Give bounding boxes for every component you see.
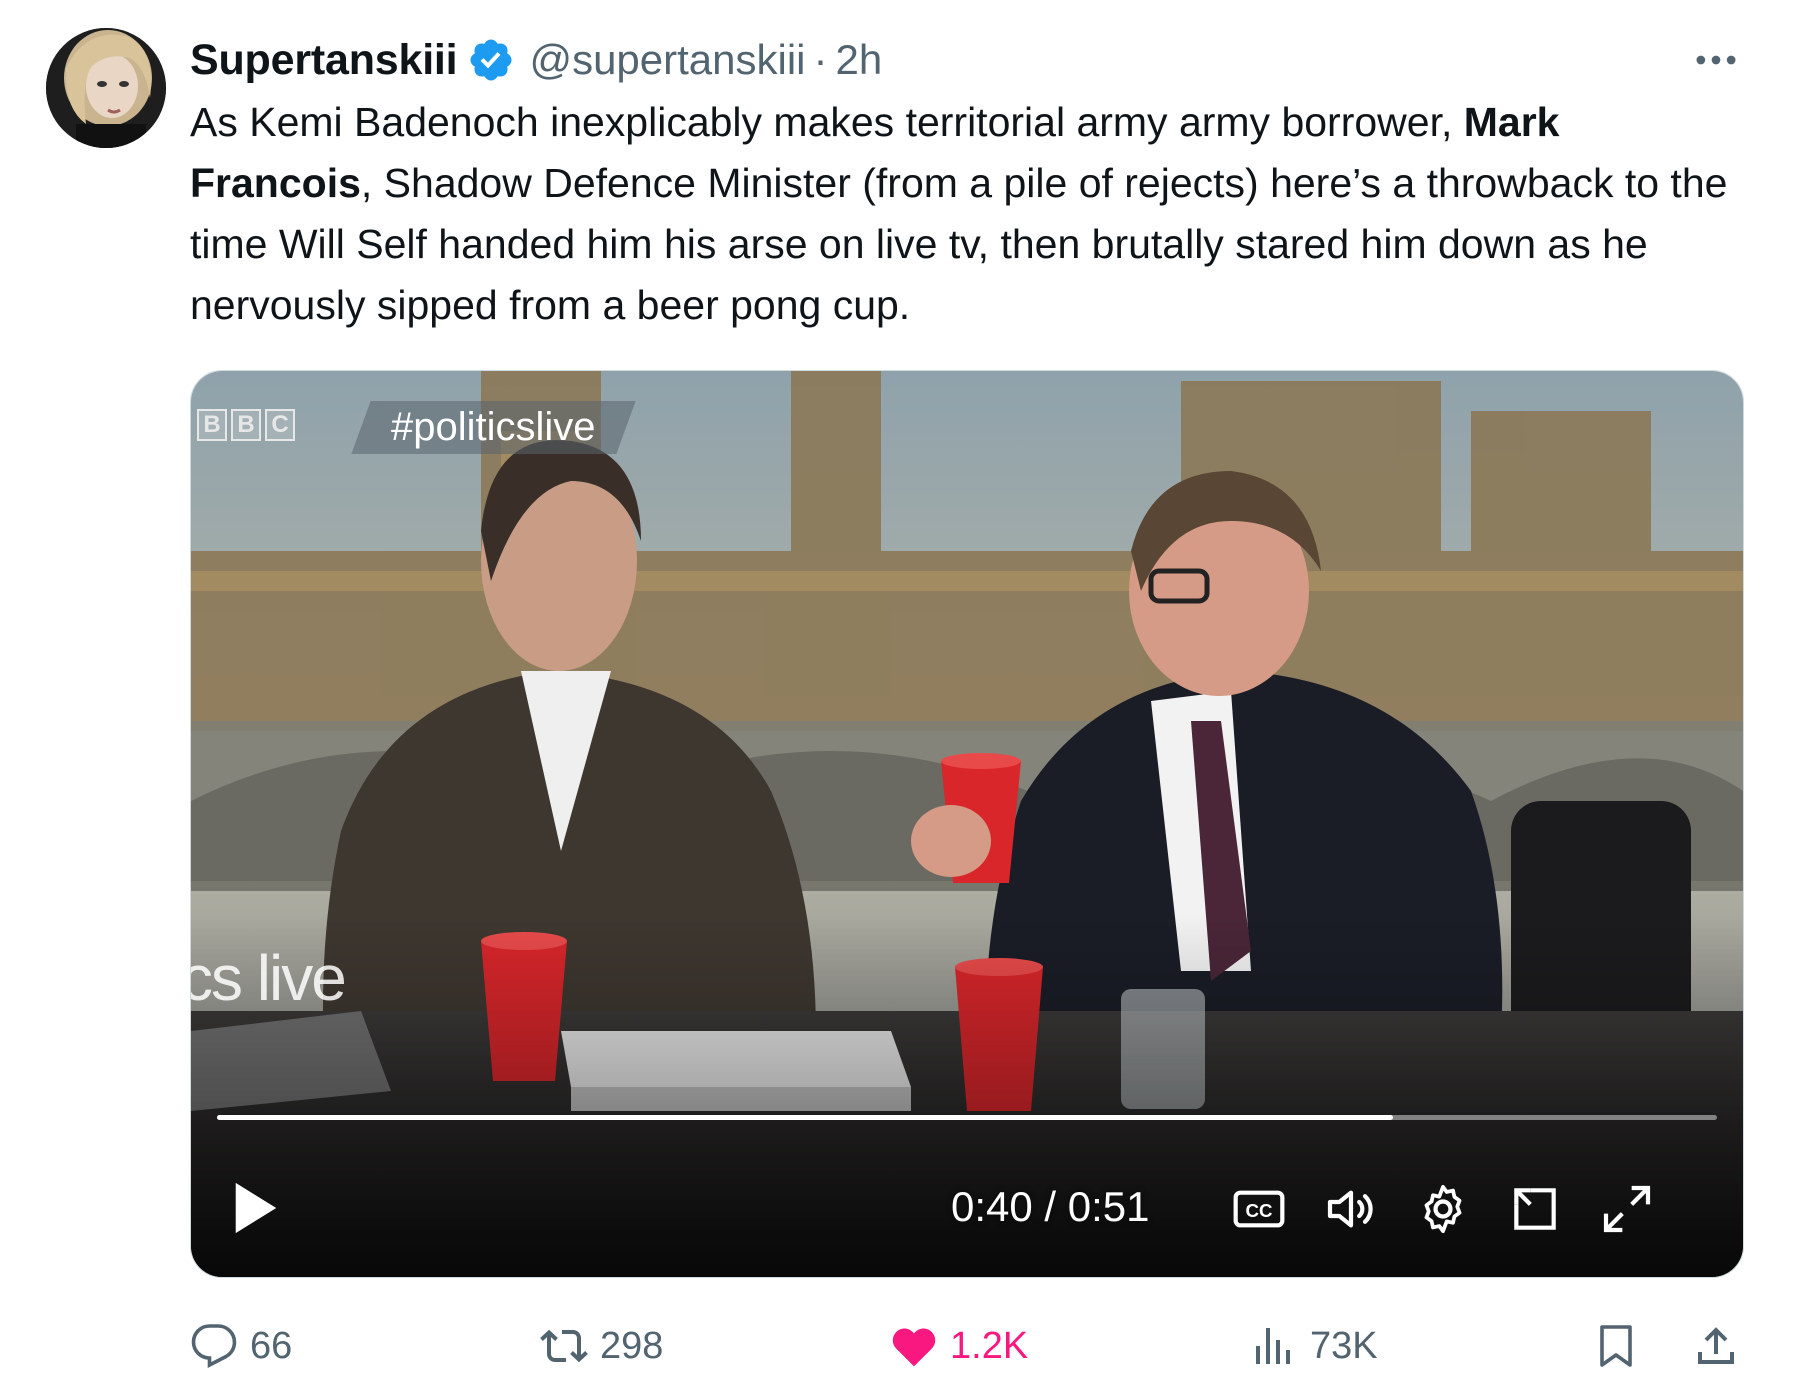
display-name[interactable]: Supertanskiii <box>190 36 458 85</box>
bookmark-icon <box>1600 1325 1632 1367</box>
tweet-text-part2: , Shadow Defence Minister (from a pile o… <box>190 160 1728 328</box>
reply-button[interactable]: 66 <box>190 1316 292 1376</box>
svg-text:CC: CC <box>1246 1200 1273 1221</box>
handle[interactable]: @supertanskiii <box>529 36 805 84</box>
tweet-text: As Kemi Badenoch inexplicably makes terr… <box>190 92 1750 336</box>
tweet-text-part1: As Kemi Badenoch inexplicably makes terr… <box>190 99 1464 145</box>
tweet-actions: 66 298 1.2K 73K <box>190 1316 1750 1376</box>
volume-icon[interactable] <box>1323 1181 1379 1237</box>
current-time: 0:40 <box>951 1183 1033 1230</box>
timestamp[interactable]: 2h <box>836 36 883 84</box>
bookmark-button[interactable] <box>1592 1316 1652 1376</box>
video-timecode: 0:40 / 0:51 <box>951 1183 1150 1231</box>
repost-button[interactable]: 298 <box>540 1316 663 1376</box>
progress-bar[interactable] <box>217 1115 1717 1120</box>
program-hashtag-text: #politicslive <box>391 405 596 449</box>
fullscreen-icon[interactable] <box>1599 1181 1655 1237</box>
more-options-icon[interactable] <box>1690 34 1742 86</box>
progress-fill <box>217 1115 1393 1120</box>
heart-icon <box>892 1328 936 1367</box>
bbc-logo-letter: B <box>231 409 261 441</box>
picture-in-picture-icon[interactable] <box>1507 1181 1563 1237</box>
views-chart-icon <box>1256 1328 1290 1364</box>
program-hashtag: #politicslive <box>351 401 636 454</box>
video-frame <box>191 371 1743 1277</box>
captions-icon[interactable]: CC <box>1231 1181 1287 1237</box>
tweet-header: Supertanskiii @supertanskiii · 2h <box>190 28 882 92</box>
repost-count: 298 <box>600 1324 664 1367</box>
reply-icon <box>191 1324 237 1368</box>
video-player[interactable]: B B C #politicslive cs live 0:40 / 0:51 … <box>190 370 1744 1278</box>
view-count: 73K <box>1310 1324 1378 1367</box>
reply-count: 66 <box>250 1324 293 1367</box>
like-count: 1.2K <box>950 1324 1029 1367</box>
like-button[interactable]: 1.2K <box>890 1316 1028 1376</box>
bbc-logo-letter: B <box>197 409 227 441</box>
duration: 0:51 <box>1067 1183 1150 1230</box>
separator-dot: · <box>813 36 828 83</box>
time-separator: / <box>1044 1183 1057 1230</box>
bbc-logo: B B C <box>197 409 295 441</box>
settings-icon[interactable] <box>1415 1181 1471 1237</box>
bbc-logo-letter: C <box>265 409 295 441</box>
avatar[interactable] <box>46 28 166 148</box>
background-studio-text: cs live <box>190 942 347 1014</box>
share-button[interactable] <box>1692 1316 1752 1376</box>
repost-icon <box>540 1329 588 1363</box>
verified-badge-icon[interactable] <box>467 36 515 84</box>
share-icon <box>1698 1327 1734 1364</box>
views-button[interactable]: 73K <box>1250 1316 1378 1376</box>
play-icon[interactable] <box>231 1181 279 1235</box>
tweet-card[interactable]: Supertanskiii @supertanskiii · 2h As Kem… <box>0 0 1794 1398</box>
avatar-image <box>46 28 166 148</box>
